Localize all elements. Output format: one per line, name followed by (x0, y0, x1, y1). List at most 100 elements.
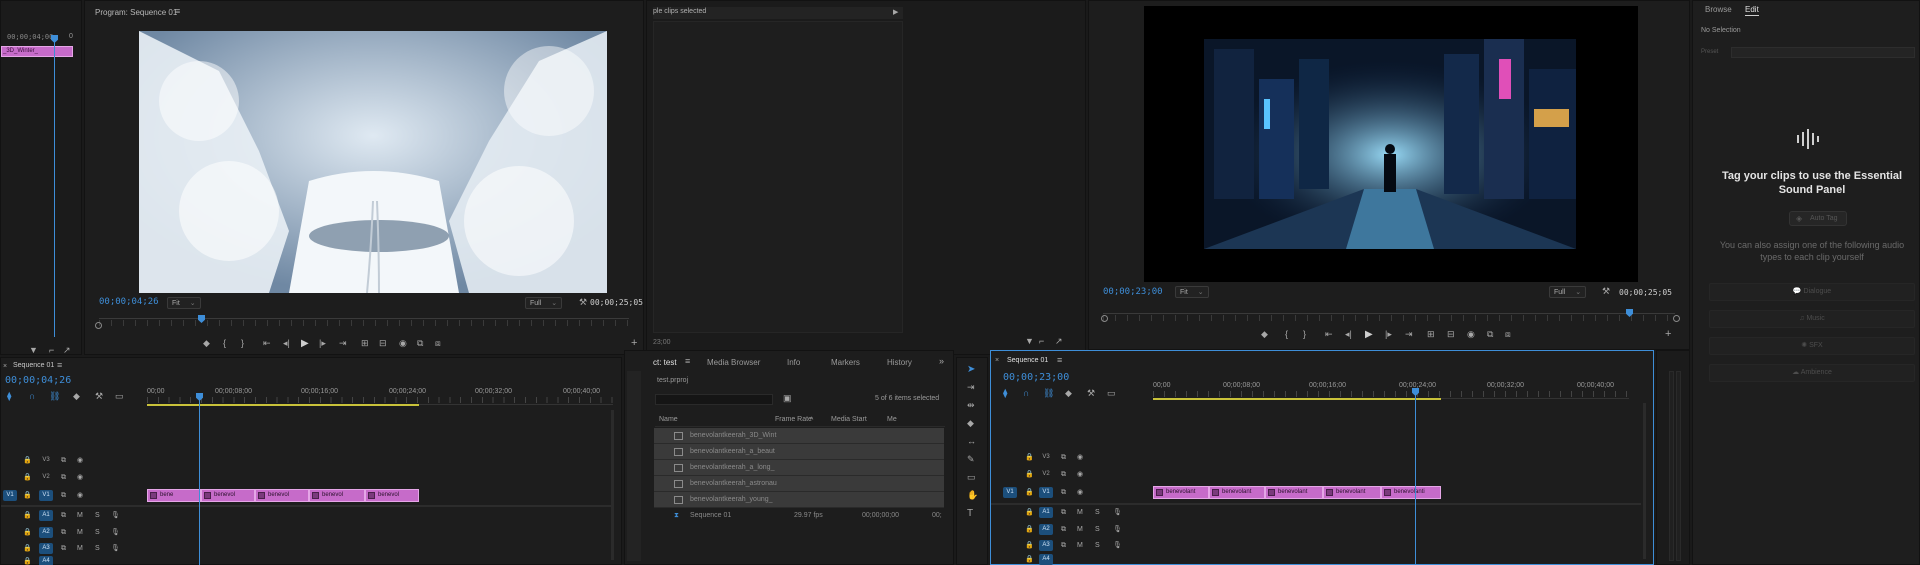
track-a3[interactable]: A3 (1039, 540, 1053, 551)
mark-out-icon[interactable]: } (1303, 329, 1306, 340)
tab-history[interactable]: History (887, 358, 912, 367)
selection-tool-icon[interactable]: ➤ (967, 364, 975, 375)
program2-fit-dropdown[interactable]: Fit ⌄ (1175, 286, 1209, 298)
sync-icon[interactable]: ⧉ (61, 527, 66, 538)
sync-icon[interactable]: ⧉ (1061, 540, 1066, 551)
export-frame-icon[interactable]: ◉ (1467, 329, 1475, 340)
pen-tool-icon[interactable]: ✎ (967, 454, 975, 465)
insert-icon[interactable]: ⧉ (1487, 329, 1493, 340)
timeline-right-playhead[interactable] (1415, 389, 1416, 565)
timeline-clip[interactable]: benevolant (1153, 486, 1209, 499)
track-a2[interactable]: A2 (39, 527, 53, 538)
timeline-clip[interactable]: benevol (201, 489, 255, 502)
mark-in-icon[interactable]: { (223, 338, 226, 349)
close-icon[interactable]: × (3, 361, 7, 372)
track-a4[interactable]: A4 (1039, 554, 1053, 565)
source-target-v1[interactable]: V1 (3, 490, 17, 501)
timeline-left-tab[interactable]: Sequence 01 (13, 362, 54, 369)
tab-project[interactable]: ct: test (653, 358, 677, 367)
ambience-button[interactable]: ☁ Ambience (1709, 364, 1915, 382)
program-quality-dropdown[interactable]: Full ⌄ (525, 297, 563, 309)
extract-icon[interactable]: ⊟ (1447, 329, 1455, 340)
track-v2[interactable]: V2 (39, 472, 53, 483)
add-marker-icon[interactable]: ◆ (203, 338, 210, 349)
preset-dropdown[interactable] (1731, 47, 1915, 58)
wrench-icon[interactable]: ⌐ (49, 345, 54, 356)
sync-icon[interactable]: ⧉ (1061, 469, 1066, 480)
linked-selection-icon[interactable]: ⛓ (49, 391, 60, 402)
lock-icon[interactable]: 🔒 (23, 510, 32, 521)
sync-icon[interactable]: ⧉ (61, 543, 66, 554)
play-icon[interactable]: ▶ (1365, 329, 1373, 340)
timeline-right-ruler[interactable]: 00;00 00;00;08;00 00;00;16;00 00;00;24;0… (1153, 381, 1629, 399)
track-v1[interactable]: V1 (39, 490, 53, 501)
export-frame-icon[interactable]: ◉ (399, 338, 407, 349)
panel-menu-icon[interactable]: ≡ (175, 6, 180, 17)
scrub-start-handle[interactable] (1101, 315, 1108, 322)
sync-icon[interactable]: ⧉ (1061, 507, 1066, 518)
step-back-icon[interactable]: ◂| (283, 338, 290, 349)
track-v3[interactable]: V3 (39, 455, 53, 466)
insert-icon[interactable]: ⧉ (417, 338, 423, 349)
lock-icon[interactable]: 🔒 (23, 472, 32, 483)
overwrite-icon[interactable]: ⧈ (1505, 329, 1511, 340)
work-area-bar[interactable] (1153, 398, 1441, 400)
eye-icon[interactable]: ◉ (77, 472, 83, 483)
col-frame-rate[interactable]: Frame Rate (775, 416, 812, 423)
go-to-in-icon[interactable]: ⇤ (263, 338, 271, 349)
program-fit-dropdown[interactable]: Fit ⌄ (167, 297, 201, 309)
track-v1[interactable]: V1 (1039, 487, 1053, 498)
hand-tool-icon[interactable]: ✋ (967, 490, 978, 501)
lock-icon[interactable]: 🔒 (1025, 452, 1034, 463)
program2-timecode[interactable]: 00;00;23;00 (1103, 287, 1163, 297)
captions-icon[interactable]: ▭ (115, 391, 124, 402)
project-sequence-row[interactable]: ⧗ Sequence 01 29.97 fps 00;00;00;00 00; (654, 508, 944, 524)
panel-menu-icon[interactable]: ≡ (1057, 355, 1062, 366)
auto-tag-button[interactable]: ◈ Auto Tag (1789, 211, 1847, 226)
project-search-input[interactable] (655, 394, 773, 405)
lift-icon[interactable]: ⊞ (361, 338, 369, 349)
track-v2[interactable]: V2 (1039, 469, 1053, 480)
filter-icon[interactable]: ▼ (1025, 336, 1034, 347)
lock-icon[interactable]: 🔒 (23, 543, 32, 554)
panel-menu-icon[interactable]: ≡ (685, 356, 690, 367)
settings-icon[interactable]: ⚒ (1087, 388, 1095, 399)
eye-icon[interactable]: ◉ (77, 490, 83, 501)
snap-icon[interactable]: ∩ (29, 391, 35, 402)
timeline-clip[interactable]: bene (147, 489, 201, 502)
dialogue-button[interactable]: 💬 Dialogue (1709, 283, 1915, 301)
captions-icon[interactable]: ▭ (1107, 388, 1116, 399)
col-media-start[interactable]: Media Start (831, 416, 867, 423)
mic-icon[interactable]: 🎙 (1113, 524, 1122, 535)
track-v3[interactable]: V3 (1039, 452, 1053, 463)
col-me[interactable]: Me (887, 416, 897, 423)
track-a2[interactable]: A2 (1039, 524, 1053, 535)
mute-icon[interactable]: M (1077, 540, 1083, 551)
timeline-clip[interactable]: benevolanti (1381, 486, 1441, 499)
timeline-left-timecode[interactable]: 00;00;04;26 (5, 375, 71, 386)
vertical-scrollbar[interactable] (1643, 403, 1646, 559)
overwrite-icon[interactable]: ⧈ (435, 338, 441, 349)
filter-icon[interactable]: ▼ (29, 345, 38, 356)
panel-menu-icon[interactable]: ≡ (57, 360, 62, 371)
lock-icon[interactable]: 🔒 (23, 556, 32, 565)
project-item-row[interactable]: benevolantkeerah_a_beaut (654, 444, 944, 460)
lock-icon[interactable]: 🔒 (1025, 524, 1034, 535)
lock-icon[interactable]: 🔒 (23, 490, 32, 501)
timeline-right-tab[interactable]: Sequence 01 (1007, 357, 1048, 364)
vertical-scrollbar[interactable] (611, 410, 614, 560)
track-select-tool-icon[interactable]: ⇥ (967, 382, 975, 393)
tab-markers[interactable]: Markers (831, 358, 860, 367)
sync-icon[interactable]: ⧉ (1061, 452, 1066, 463)
solo-icon[interactable]: S (1095, 540, 1100, 551)
tab-media-browser[interactable]: Media Browser (707, 358, 760, 367)
project-item-row[interactable]: benevolantkeerah_a_long_ (654, 460, 944, 476)
step-forward-icon[interactable]: |▸ (319, 338, 326, 349)
sync-icon[interactable]: ⧉ (1061, 524, 1066, 535)
music-button[interactable]: ♫ Music (1709, 310, 1915, 328)
sync-icon[interactable]: ⧉ (61, 472, 66, 483)
close-icon[interactable]: × (995, 355, 999, 366)
settings-icon[interactable]: ⚒ (95, 391, 103, 402)
program-timecode[interactable]: 00;00;04;26 (99, 297, 159, 307)
eye-icon[interactable]: ◉ (77, 455, 83, 466)
